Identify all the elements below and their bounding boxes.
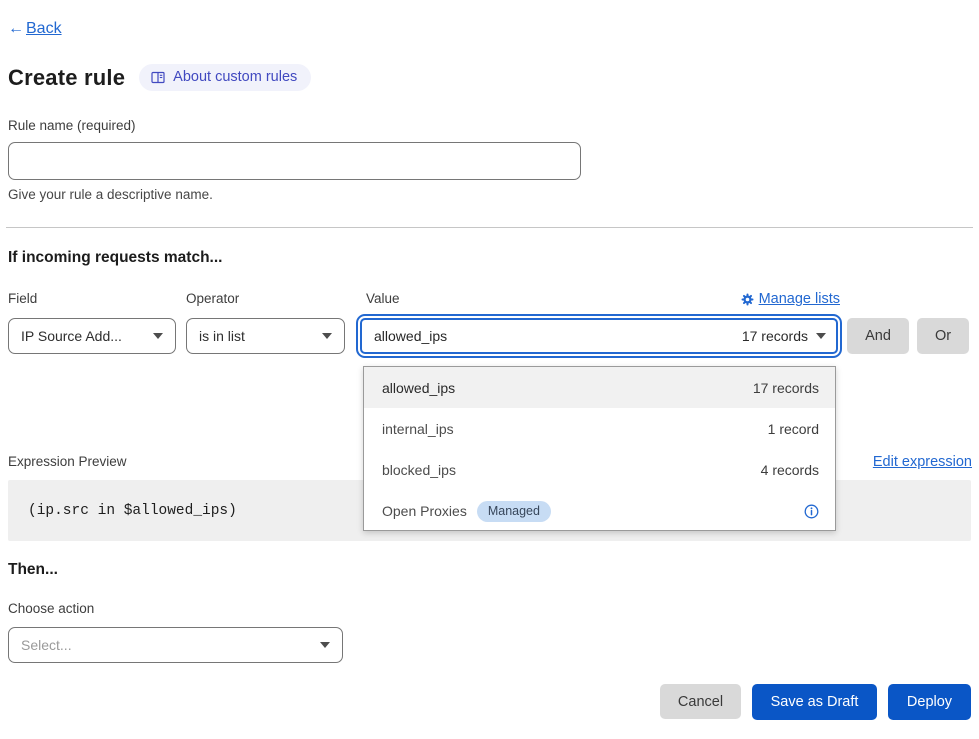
manage-lists-link[interactable]: Manage lists (727, 291, 840, 307)
title-row: Create rule About custom rules (8, 64, 311, 91)
list-item-internal-ips[interactable]: internal_ips 1 record (364, 408, 835, 449)
field-select[interactable]: IP Source Add... (8, 318, 176, 354)
then-section-heading: Then... (8, 561, 58, 579)
save-as-draft-button[interactable]: Save as Draft (752, 684, 877, 720)
match-section-heading: If incoming requests match... (8, 249, 222, 267)
book-icon (151, 71, 165, 84)
and-button[interactable]: And (847, 318, 909, 354)
operator-select-value: is in list (199, 328, 245, 344)
rule-name-label: Rule name (required) (8, 118, 136, 133)
list-item-blocked-ips[interactable]: blocked_ips 4 records (364, 450, 835, 491)
section-divider (6, 227, 973, 228)
about-badge-label: About custom rules (173, 69, 297, 85)
edit-expression-link[interactable]: Edit expression (873, 454, 972, 470)
chevron-down-icon (320, 642, 330, 648)
list-item-allowed-ips[interactable]: allowed_ips 17 records (364, 367, 835, 408)
list-item-records: 1 record (768, 421, 819, 437)
field-label: Field (8, 291, 37, 306)
list-item-records: 4 records (761, 462, 819, 478)
back-arrow-icon: ← (8, 20, 24, 37)
manage-lists-label: Manage lists (759, 291, 840, 307)
list-item-name: Open Proxies (382, 503, 467, 519)
list-item-open-proxies[interactable]: Open Proxies Managed (364, 491, 835, 532)
about-custom-rules-link[interactable]: About custom rules (139, 64, 311, 91)
expression-code: (ip.src in $allowed_ips) (28, 503, 237, 519)
chevron-down-icon (816, 333, 826, 339)
list-item-name: allowed_ips (382, 380, 455, 396)
operator-label: Operator (186, 291, 239, 306)
list-item-name: internal_ips (382, 421, 454, 437)
list-dropdown: allowed_ips 17 records internal_ips 1 re… (363, 366, 836, 531)
create-rule-page: ←Back Create rule About custom rules Rul… (0, 0, 979, 739)
gear-icon (741, 293, 754, 306)
value-select-value: allowed_ips (374, 328, 447, 344)
action-select-placeholder: Select... (21, 637, 72, 653)
value-select-focus-ring: allowed_ips 17 records (356, 314, 842, 358)
action-select[interactable]: Select... (8, 627, 343, 663)
back-link[interactable]: ←Back (8, 20, 62, 38)
cancel-button[interactable]: Cancel (660, 684, 741, 719)
rule-name-input[interactable] (8, 142, 581, 180)
value-select[interactable]: allowed_ips 17 records (360, 318, 838, 354)
info-icon[interactable] (804, 504, 819, 519)
expression-preview-label: Expression Preview (8, 454, 127, 469)
page-title: Create rule (8, 65, 125, 91)
value-label: Value (366, 291, 400, 306)
list-item-records: 17 records (753, 380, 819, 396)
or-button[interactable]: Or (917, 318, 969, 354)
list-item-name: blocked_ips (382, 462, 456, 478)
managed-badge: Managed (477, 501, 551, 522)
operator-select[interactable]: is in list (186, 318, 345, 354)
rule-name-help: Give your rule a descriptive name. (8, 187, 213, 202)
chevron-down-icon (322, 333, 332, 339)
choose-action-label: Choose action (8, 601, 94, 616)
deploy-button[interactable]: Deploy (888, 684, 971, 720)
chevron-down-icon (153, 333, 163, 339)
field-select-value: IP Source Add... (21, 328, 122, 344)
value-select-records: 17 records (742, 328, 808, 344)
back-label: Back (26, 20, 62, 37)
